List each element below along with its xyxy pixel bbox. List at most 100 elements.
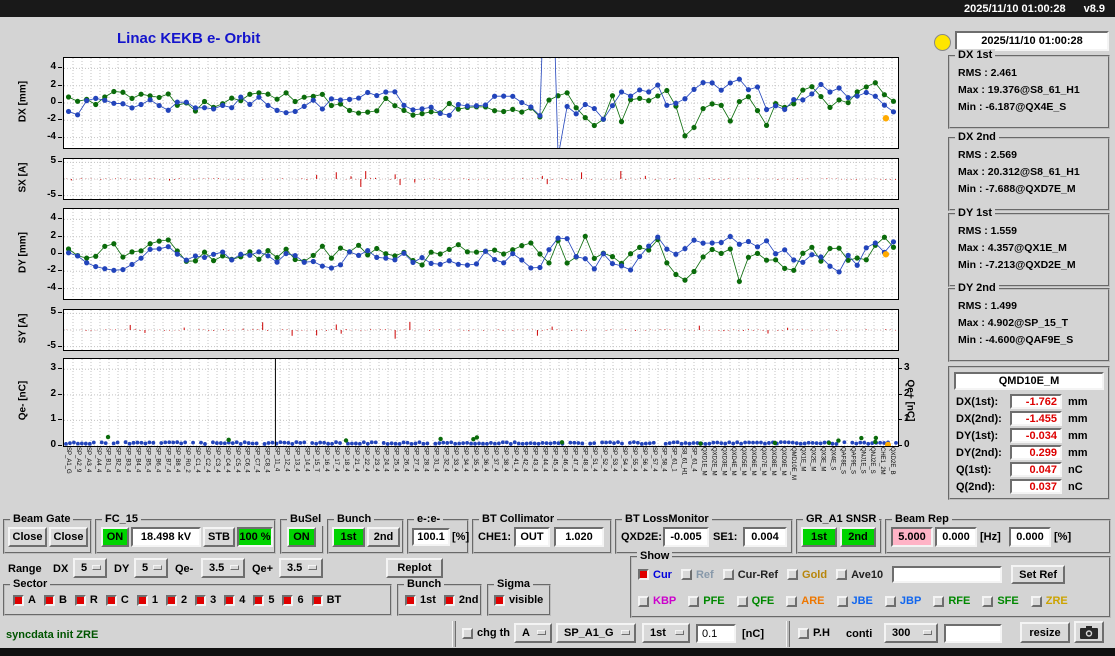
statusbar-entry[interactable]: [944, 624, 1002, 643]
monitor-row-label: DY(1st):: [956, 430, 999, 442]
sector-1-checkbox[interactable]: 1: [136, 594, 158, 606]
range-dx-menu[interactable]: 5: [73, 558, 107, 578]
camera-icon: [1080, 625, 1098, 639]
x-axis-label: SP_C2_4: [204, 447, 210, 473]
show-kbp-checkbox[interactable]: KBP: [638, 595, 676, 607]
bunch-frame: Bunch 1st 2nd: [327, 513, 404, 554]
sector-a-checkbox[interactable]: A: [13, 594, 36, 606]
sector-5-checkbox[interactable]: 5: [253, 594, 274, 606]
sector-4-checkbox[interactable]: 4: [224, 594, 245, 606]
plot-dy-orbit[interactable]: [63, 208, 899, 300]
sector-b-checkbox-label: B: [58, 594, 67, 606]
stats-panel-dy-2nd: DY 2nd RMS : 1.499 Max : 4.902@SP_15_T Min …: [948, 282, 1110, 362]
show-qfe-checkbox[interactable]: QFE: [736, 595, 774, 607]
checked-indicator: [253, 594, 265, 606]
plot-dx-orbit[interactable]: [63, 0, 899, 157]
plot-sy-steering[interactable]: [63, 309, 899, 351]
fc15-frame-label: FC_15: [102, 513, 142, 526]
qe-minus-axis-label: Qe- [nC]: [17, 380, 29, 421]
replot-button[interactable]: Replot: [386, 558, 443, 578]
threshold-entry[interactable]: 0.1: [696, 624, 736, 643]
screenshot-button[interactable]: [1074, 621, 1104, 643]
stats-panel-dx-1st: DX 1st RMS : 2.461 Max : 19.376@S8_61_H1 Mi…: [948, 49, 1110, 129]
show-are-checkbox[interactable]: ARE: [786, 595, 825, 607]
x-axis-label: QAF9E_S: [849, 447, 856, 475]
plot-sx-steering[interactable]: [63, 158, 899, 200]
y-tick-label: -4: [47, 130, 56, 142]
x-axis-label: SP_38_4: [501, 447, 508, 472]
show-zre-checkbox[interactable]: ZRE: [1030, 595, 1068, 607]
gr-snsr-2nd-button[interactable]: 2nd: [840, 527, 876, 547]
resize-button[interactable]: resize: [1020, 622, 1070, 643]
x-axis-label: SP_48_4: [581, 447, 588, 472]
y-tick-mark-right: [898, 368, 902, 370]
fc15-stb-button[interactable]: STB: [203, 527, 235, 547]
sector-6-checkbox[interactable]: 6: [282, 594, 304, 606]
range-qe-plus-menu[interactable]: 3.5: [279, 558, 323, 578]
bunch-select-menu[interactable]: 1st: [642, 623, 690, 643]
sector-1-checkbox-label: 1: [151, 594, 158, 606]
bunch-1st-checkbox[interactable]: 1st: [405, 594, 436, 606]
show-pfe-checkbox[interactable]: PFE: [688, 595, 725, 607]
unchecked-indicator: [933, 595, 945, 607]
show-gold-checkbox[interactable]: Gold: [787, 569, 827, 581]
sigma-visible-checkbox[interactable]: visible: [494, 594, 543, 606]
checked-indicator: [136, 594, 148, 606]
beam-rep-actual-display: 0.000: [935, 527, 977, 547]
stats-panel-title: DY 1st: [955, 207, 996, 220]
show-jbe-checkbox[interactable]: JBE: [836, 595, 873, 607]
show-jbp-checkbox[interactable]: JBP: [884, 595, 921, 607]
show-cur-ref-checkbox[interactable]: Cur-Ref: [722, 569, 778, 581]
show-row1: Cur Ref Cur-Ref Gold Ave10 Set Ref: [638, 565, 1066, 584]
gr-a1-snsr-frame: GR_A1 SNSR 1st 2nd: [796, 513, 882, 554]
show-rfe-checkbox[interactable]: RFE: [933, 595, 970, 607]
status-lamp: [934, 34, 951, 51]
x-axis-label: SP_32_4: [442, 447, 449, 472]
show-sfe-checkbox[interactable]: SFE: [982, 595, 1019, 607]
show-ave10-checkbox[interactable]: Ave10: [836, 569, 883, 581]
sigma-visible-checkbox-label: visible: [509, 594, 544, 606]
y-tick-label: 4: [50, 212, 56, 224]
sector-bt-checkbox[interactable]: BT: [311, 594, 341, 606]
x-axis-label: S8_61_H1: [680, 447, 687, 476]
sector-items: A B R C 1 2 3 4 5 6 BT: [13, 594, 341, 606]
unchecked-indicator: [787, 569, 799, 580]
y-tick-mark: [58, 270, 62, 272]
range-dy-menu[interactable]: 5: [134, 558, 168, 578]
sector-b-checkbox[interactable]: B: [43, 594, 67, 606]
sector-3-checkbox[interactable]: 3: [195, 594, 216, 606]
sector-2-checkbox[interactable]: 2: [165, 594, 187, 606]
bunch-2nd-checkbox[interactable]: 2nd: [443, 594, 478, 606]
chg-th-checkbox[interactable]: chg th: [462, 627, 510, 639]
sector-c-checkbox[interactable]: C: [105, 594, 129, 606]
plot-charge[interactable]: [63, 358, 899, 448]
x-axis-label: SP_17_4: [333, 447, 339, 472]
x-axis-label: SP_C6_4: [243, 447, 250, 473]
show-ref-checkbox[interactable]: Ref: [680, 569, 714, 581]
show-cur-checkbox[interactable]: Cur: [638, 569, 672, 581]
ph-checkbox[interactable]: P.H: [798, 627, 830, 639]
statusbar-separator2: [786, 621, 790, 647]
x-axis-labels: SP_A1_G SP_A2_9 SP_A3_4 SP_A4_4 SP_B1_4 SP_B2…: [63, 447, 897, 507]
gr-snsr-1st-button[interactable]: 1st: [801, 527, 837, 547]
x-axis-label: SP_B5_4: [144, 447, 151, 473]
points-select-menu[interactable]: 300: [884, 623, 938, 643]
x-axis-label: SP_C4_4: [223, 447, 230, 473]
sector-select-menu[interactable]: A: [514, 623, 552, 643]
y-tick-mark: [58, 312, 62, 314]
range-qe-minus-menu[interactable]: 3.5: [201, 558, 245, 578]
fc15-on-button[interactable]: ON: [101, 527, 129, 547]
bunch-2nd-button[interactable]: 2nd: [367, 527, 400, 547]
set-ref-button[interactable]: Set Ref: [1011, 565, 1066, 584]
x-axis-label: CHE1_2M: [879, 447, 886, 475]
bunch-1st-button[interactable]: 1st: [332, 527, 365, 547]
busel-on-button[interactable]: ON: [287, 527, 316, 547]
beam-gate-close2-button[interactable]: Close: [49, 527, 88, 547]
show-kbp-checkbox-label: KBP: [653, 595, 677, 607]
ref-name-entry[interactable]: [892, 566, 1003, 583]
show-rfe-checkbox-label: RFE: [948, 595, 971, 607]
beam-gate-close1-button[interactable]: Close: [8, 527, 47, 547]
device-select-menu[interactable]: SP_A1_G: [556, 623, 636, 643]
sector-r-checkbox[interactable]: R: [74, 594, 98, 606]
y-tick-mark: [58, 419, 62, 421]
